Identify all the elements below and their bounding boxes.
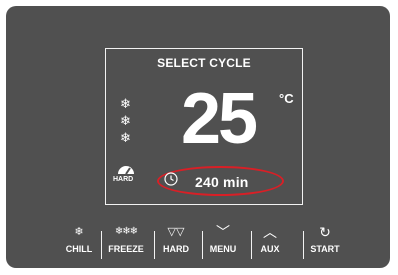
aux-button-label: AUX xyxy=(260,244,280,254)
freeze-button-label: FREEZE xyxy=(108,244,144,254)
hard-button-label: HARD xyxy=(163,244,189,254)
clock-icon xyxy=(164,172,178,186)
mode-label: HARD xyxy=(113,176,134,183)
snowflake-icon: ❄ xyxy=(120,130,131,145)
divider xyxy=(251,231,252,259)
triangles-down-icon: ▽▽ xyxy=(167,226,185,238)
divider xyxy=(101,231,102,259)
screen-title: SELECT CYCLE xyxy=(157,56,251,70)
temperature-value: 25 xyxy=(180,79,258,159)
aux-button[interactable]: ︿ AUX xyxy=(254,224,286,260)
hard-button[interactable]: ▽▽ HARD xyxy=(158,224,194,260)
snowflake-icon: ❄ xyxy=(74,226,84,238)
divider xyxy=(154,231,155,259)
freeze-button[interactable]: ❄❄❄ FREEZE xyxy=(103,224,149,260)
snowflake-icon: ❄ xyxy=(120,113,131,128)
chevron-down-icon: ﹀ xyxy=(216,224,230,240)
snowflakes-icon: ❄❄❄ xyxy=(114,226,138,237)
divider xyxy=(202,231,203,259)
refresh-icon: ↻ xyxy=(319,224,331,240)
snowflake-icon: ❄ xyxy=(120,96,131,111)
chill-button-label: CHILL xyxy=(65,244,93,254)
gauge-icon xyxy=(118,166,134,175)
start-button[interactable]: ↻ START xyxy=(305,224,345,260)
chill-button[interactable]: ❄ CHILL xyxy=(60,224,98,260)
menu-button-label: MENU xyxy=(209,244,237,254)
menu-button[interactable]: ﹀ MENU xyxy=(204,224,242,260)
timer-value: 240 min xyxy=(195,174,249,190)
start-button-label: START xyxy=(310,244,340,254)
divider xyxy=(303,231,304,259)
temperature-unit: °C xyxy=(279,91,294,106)
control-panel: SELECT CYCLE ❄ ❄ ❄ HARD 25 °C 240 min ❄ … xyxy=(6,6,390,268)
chevron-up-icon: ︿ xyxy=(263,224,277,240)
